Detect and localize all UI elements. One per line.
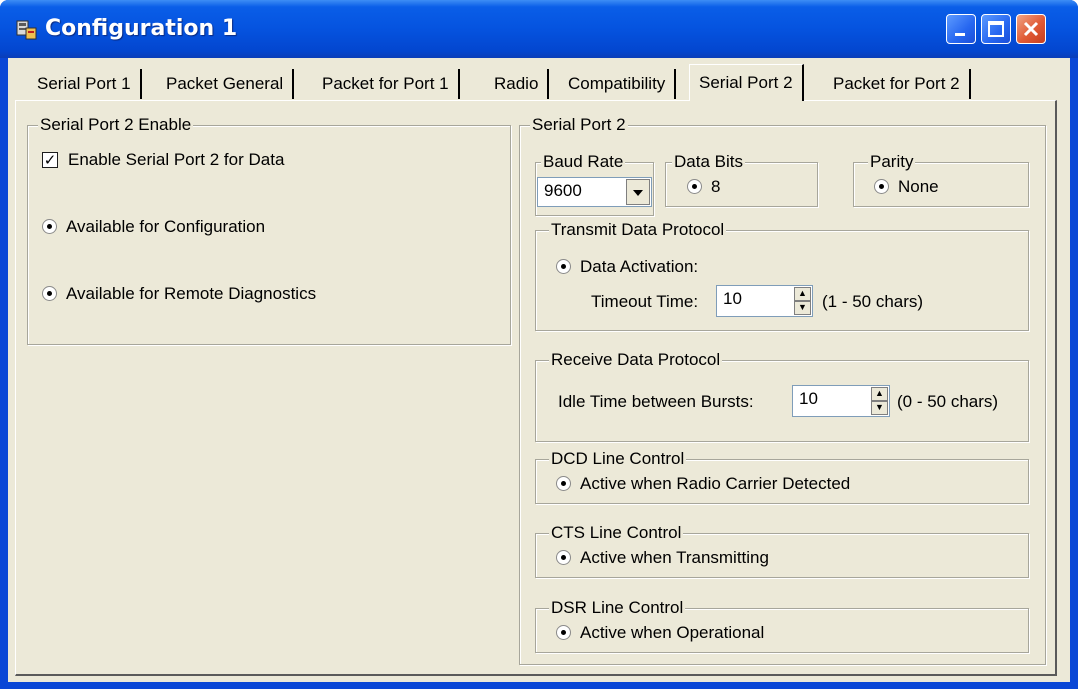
spin-down-icon[interactable]: ▼ bbox=[871, 401, 888, 415]
serial-port-2-enable-group: Serial Port 2 Enable ✓ Enable Serial Port… bbox=[27, 115, 511, 345]
group-title: Data Bits bbox=[672, 152, 745, 172]
config-app-icon bbox=[16, 20, 37, 40]
radio-selected-icon bbox=[556, 625, 571, 641]
group-title: Serial Port 2 bbox=[530, 115, 628, 135]
baud-rate-group: Baud Rate 9600 bbox=[535, 152, 654, 216]
tab-serial-port-1[interactable]: Serial Port 1 bbox=[28, 69, 142, 99]
transmit-data-protocol-group: Transmit Data Protocol Data Activation: … bbox=[535, 220, 1029, 331]
spin-up-icon[interactable]: ▲ bbox=[794, 287, 811, 301]
radio-selected-icon bbox=[556, 259, 571, 275]
close-icon bbox=[1023, 21, 1039, 37]
available-for-configuration-radio[interactable]: Available for Configuration bbox=[42, 216, 265, 238]
group-title: DCD Line Control bbox=[549, 449, 687, 469]
radio-selected-icon bbox=[42, 286, 57, 302]
dsr-active-radio[interactable]: Active when Operational bbox=[556, 622, 764, 644]
tab-packet-general[interactable]: Packet General bbox=[157, 69, 295, 99]
dsr-line-control-group: DSR Line Control Active when Operational bbox=[535, 598, 1029, 653]
maximize-icon bbox=[988, 21, 1004, 37]
group-title: Parity bbox=[868, 152, 916, 172]
title-bar[interactable]: Configuration 1 bbox=[0, 0, 1078, 58]
enable-serial-port-2-checkbox[interactable]: ✓ Enable Serial Port 2 for Data bbox=[42, 149, 284, 171]
group-title: DSR Line Control bbox=[549, 598, 686, 618]
config-window: Configuration 1 Serial Port 2 Enable ✓ En… bbox=[0, 0, 1078, 689]
minimize-button[interactable] bbox=[946, 14, 976, 44]
baud-rate-value: 9600 bbox=[544, 181, 582, 200]
timeout-time-value: 10 bbox=[723, 289, 742, 308]
radio-label: Active when Transmitting bbox=[580, 548, 769, 567]
dcd-line-control-group: DCD Line Control Active when Radio Carri… bbox=[535, 449, 1029, 504]
window-title: Configuration 1 bbox=[45, 16, 238, 41]
cts-line-control-group: CTS Line Control Active when Transmittin… bbox=[535, 523, 1029, 578]
minimize-icon bbox=[955, 33, 965, 36]
radio-selected-icon bbox=[687, 179, 702, 195]
timeout-spinner[interactable]: ▲ ▼ bbox=[794, 287, 811, 315]
idle-time-label: Idle Time between Bursts: bbox=[558, 392, 754, 411]
data-bits-8-radio[interactable]: 8 bbox=[687, 176, 720, 198]
chevron-down-icon bbox=[633, 189, 643, 196]
idle-time-value: 10 bbox=[799, 389, 818, 408]
radio-selected-icon bbox=[42, 219, 57, 235]
radio-label: Available for Configuration bbox=[66, 217, 266, 236]
idle-range-label: (0 - 50 chars) bbox=[897, 392, 999, 411]
data-bits-group: Data Bits 8 bbox=[665, 152, 818, 207]
timeout-time-input[interactable]: 10 ▲ ▼ bbox=[716, 285, 813, 317]
radio-label: Data Activation: bbox=[580, 257, 699, 276]
radio-selected-icon bbox=[556, 476, 571, 492]
tab-compatibility[interactable]: Compatibility bbox=[559, 69, 677, 99]
dcd-active-radio[interactable]: Active when Radio Carrier Detected bbox=[556, 473, 850, 495]
checkbox-checked-icon: ✓ bbox=[42, 150, 58, 169]
group-title: Serial Port 2 Enable bbox=[38, 115, 194, 135]
radio-label: Active when Radio Carrier Detected bbox=[580, 474, 851, 493]
baud-rate-select[interactable]: 9600 bbox=[537, 177, 652, 207]
available-for-remote-diagnostics-radio[interactable]: Available for Remote Diagnostics bbox=[42, 283, 316, 305]
radio-label: Active when Operational bbox=[580, 623, 765, 642]
radio-selected-icon bbox=[556, 550, 571, 566]
data-activation-radio[interactable]: Data Activation: bbox=[556, 256, 698, 278]
idle-time-input[interactable]: 10 ▲ ▼ bbox=[792, 385, 890, 417]
group-title: CTS Line Control bbox=[549, 523, 684, 543]
tab-page-serial-port-2: Serial Port 2 Enable ✓ Enable Serial Port… bbox=[15, 100, 1057, 676]
radio-label: Available for Remote Diagnostics bbox=[66, 284, 317, 303]
idle-time-spinner[interactable]: ▲ ▼ bbox=[871, 387, 888, 415]
radio-label: 8 bbox=[711, 177, 721, 196]
group-title: Baud Rate bbox=[541, 152, 626, 172]
radio-selected-icon bbox=[874, 179, 889, 195]
spin-up-icon[interactable]: ▲ bbox=[871, 387, 888, 401]
tab-serial-port-2[interactable]: Serial Port 2 bbox=[689, 64, 804, 101]
tab-packet-for-port-1[interactable]: Packet for Port 1 bbox=[313, 69, 460, 99]
timeout-time-label: Timeout Time: bbox=[591, 292, 699, 311]
timeout-range-label: (1 - 50 chars) bbox=[822, 292, 924, 311]
radio-label: None bbox=[898, 177, 939, 196]
tab-radio[interactable]: Radio bbox=[485, 69, 550, 99]
parity-group: Parity None bbox=[853, 152, 1029, 207]
group-title: Transmit Data Protocol bbox=[549, 220, 727, 240]
maximize-button[interactable] bbox=[981, 14, 1011, 44]
checkbox-label: Enable Serial Port 2 for Data bbox=[68, 150, 285, 169]
serial-port-2-group: Serial Port 2 Baud Rate 9600 Data Bits 8… bbox=[519, 115, 1046, 665]
spin-down-icon[interactable]: ▼ bbox=[794, 301, 811, 315]
group-title: Receive Data Protocol bbox=[549, 350, 723, 370]
receive-data-protocol-group: Receive Data Protocol Idle Time between … bbox=[535, 350, 1029, 442]
cts-active-radio[interactable]: Active when Transmitting bbox=[556, 547, 769, 569]
close-button[interactable] bbox=[1016, 14, 1046, 44]
parity-none-radio[interactable]: None bbox=[874, 176, 939, 198]
dropdown-button[interactable] bbox=[626, 179, 650, 205]
tab-packet-for-port-2[interactable]: Packet for Port 2 bbox=[824, 69, 971, 99]
